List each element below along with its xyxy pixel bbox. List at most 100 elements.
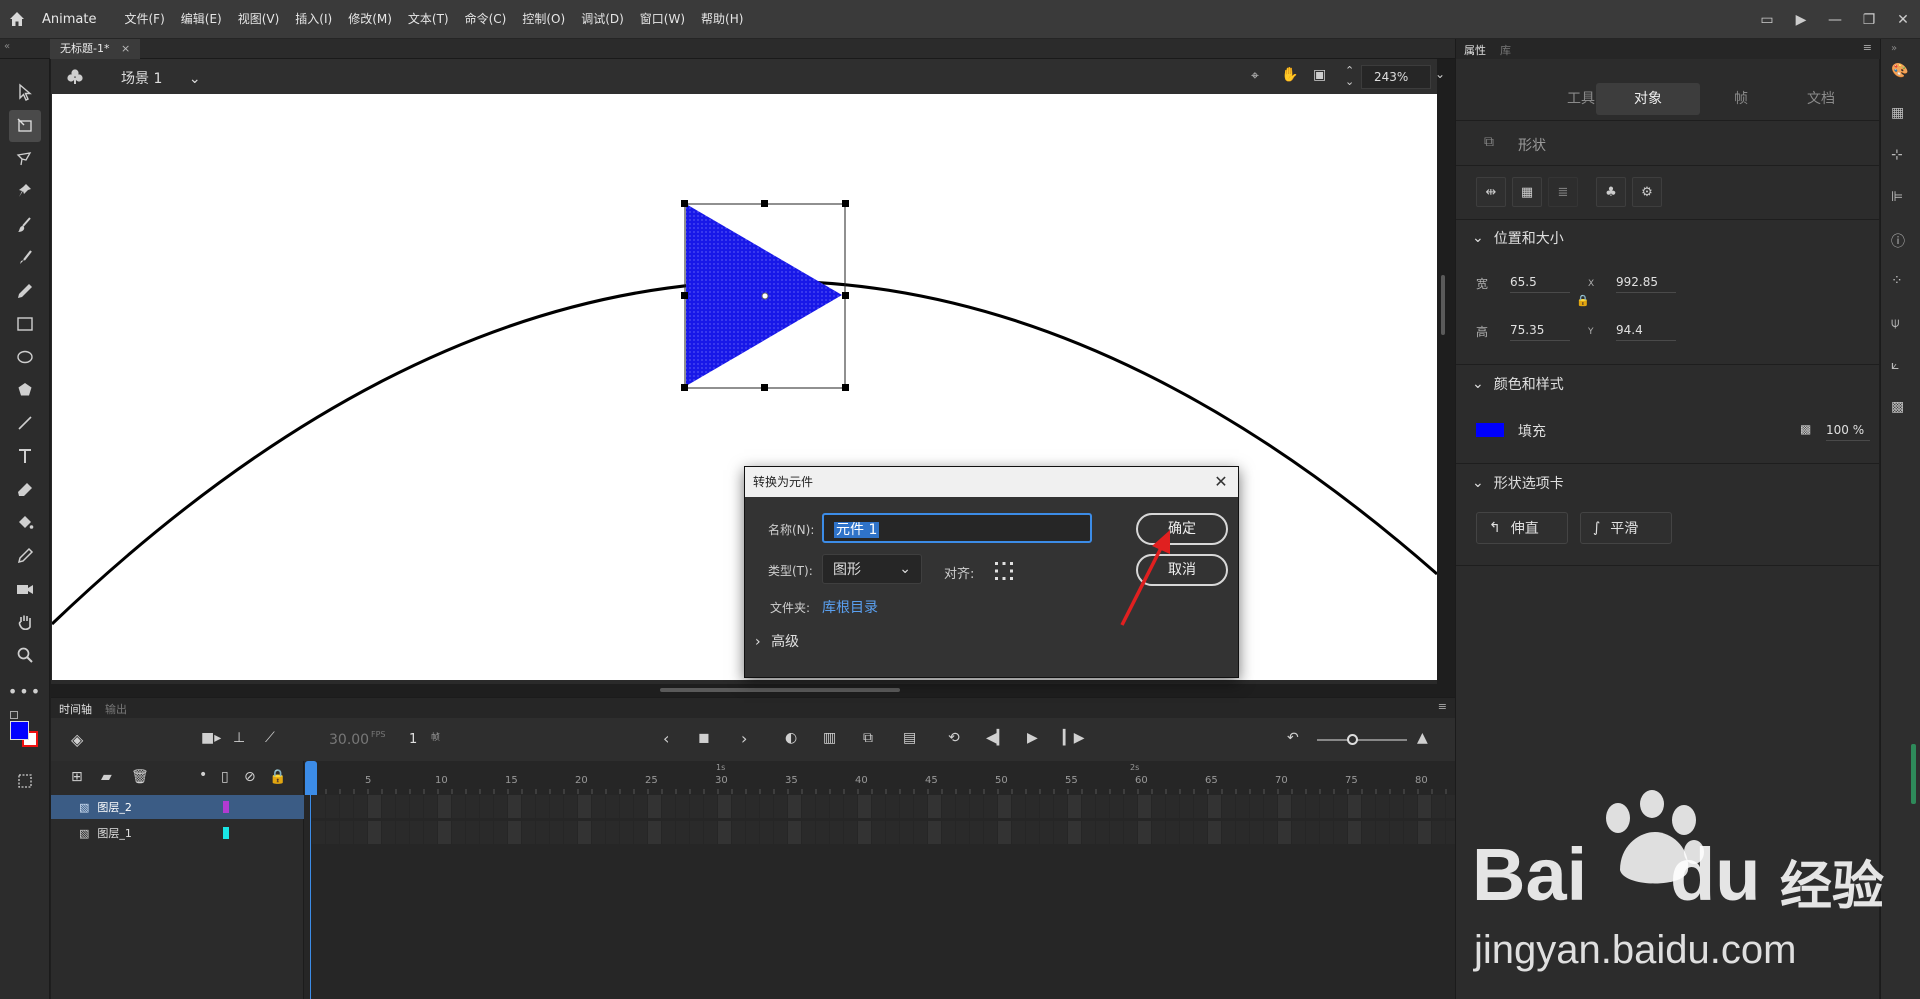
frame-cell[interactable] xyxy=(928,795,941,818)
camera-tool[interactable] xyxy=(9,573,41,605)
menu-control[interactable]: 控制(O) xyxy=(514,0,573,39)
fill-color-swatch[interactable] xyxy=(1476,423,1504,437)
frame-cell[interactable] xyxy=(690,795,703,818)
free-transform-tool[interactable] xyxy=(9,110,41,142)
frame-cell[interactable] xyxy=(396,795,409,818)
frame-cell[interactable] xyxy=(634,821,647,844)
frame-cell[interactable] xyxy=(1138,795,1151,818)
layer-color-swatch[interactable] xyxy=(223,801,229,813)
frame-cell[interactable] xyxy=(438,795,451,818)
frame-cell[interactable] xyxy=(1362,821,1375,844)
frame-cell[interactable] xyxy=(1348,821,1361,844)
frame-cell[interactable] xyxy=(1152,795,1165,818)
frame-cell[interactable] xyxy=(732,795,745,818)
frame-icon[interactable]: ▤ xyxy=(903,730,916,746)
menu-edit[interactable]: 编辑(E) xyxy=(173,0,230,39)
frame-cell[interactable] xyxy=(816,821,829,844)
frame-cell[interactable] xyxy=(1166,821,1179,844)
frame-cell[interactable] xyxy=(536,821,549,844)
menu-insert[interactable]: 插入(I) xyxy=(287,0,340,39)
frame-cell[interactable] xyxy=(858,821,871,844)
frame-cell[interactable] xyxy=(452,821,465,844)
frame-cell[interactable] xyxy=(1068,795,1081,818)
tab-object[interactable]: 对象 xyxy=(1596,83,1700,115)
frame-cell[interactable] xyxy=(1390,795,1403,818)
stage-transform-tool[interactable] xyxy=(9,765,41,797)
lock-icon[interactable]: 🔒 xyxy=(269,769,286,785)
tab-properties[interactable]: 属性 xyxy=(1464,42,1486,58)
frame-cell[interactable] xyxy=(1376,821,1389,844)
frame-cell[interactable] xyxy=(1264,821,1277,844)
frame-cell[interactable] xyxy=(718,821,731,844)
horizontal-scrollbar[interactable] xyxy=(660,688,900,692)
symbol-settings-button[interactable]: ⚙ xyxy=(1632,177,1662,207)
home-button[interactable] xyxy=(0,0,34,39)
frame-cell[interactable] xyxy=(396,821,409,844)
panel-menu-icon[interactable]: ≡ xyxy=(1863,41,1872,54)
frame-cell[interactable] xyxy=(340,821,353,844)
frame-cell[interactable] xyxy=(1068,821,1081,844)
fill-alpha-field[interactable]: 100 % xyxy=(1826,423,1870,441)
frame-cell[interactable] xyxy=(1404,821,1417,844)
frame-cell[interactable] xyxy=(942,821,955,844)
frame-cell[interactable] xyxy=(1264,795,1277,818)
close-tab-icon[interactable]: × xyxy=(121,42,130,55)
convert-symbol-button[interactable]: ♣ xyxy=(1596,177,1626,207)
rectangle-tool[interactable] xyxy=(9,308,41,340)
menu-text[interactable]: 文本(T) xyxy=(400,0,457,39)
frame-cell[interactable] xyxy=(774,821,787,844)
frame-cell[interactable] xyxy=(578,821,591,844)
text-tool[interactable] xyxy=(9,440,41,472)
frame-cell[interactable] xyxy=(480,795,493,818)
frame-cell[interactable] xyxy=(312,795,325,818)
frame-cell[interactable] xyxy=(1418,795,1431,818)
frame-cell[interactable] xyxy=(732,821,745,844)
frame-cell[interactable] xyxy=(1138,821,1151,844)
frame-cell[interactable] xyxy=(1096,795,1109,818)
frame-cell[interactable] xyxy=(1012,795,1025,818)
section-shape-options[interactable]: ⌄ 形状选项卡 xyxy=(1472,473,1564,493)
frame-cell[interactable] xyxy=(1110,795,1123,818)
frame-cell[interactable] xyxy=(508,821,521,844)
add-layer-icon[interactable]: ⊞ xyxy=(71,769,83,785)
frame-cell[interactable] xyxy=(886,821,899,844)
vertical-scrollbar[interactable] xyxy=(1441,275,1445,335)
frame-cell[interactable] xyxy=(900,795,913,818)
pencil-tool[interactable] xyxy=(9,275,41,307)
frame-cell[interactable] xyxy=(1306,821,1319,844)
components-panel-icon[interactable]: ⁘ xyxy=(1891,273,1903,289)
center-stage-icon[interactable]: ⌖ xyxy=(1251,68,1259,84)
frame-cell[interactable] xyxy=(1320,821,1333,844)
close-window-button[interactable]: ✕ xyxy=(1886,12,1920,28)
frame-cell[interactable] xyxy=(1054,795,1067,818)
line-tool[interactable] xyxy=(9,407,41,439)
frame-cell[interactable] xyxy=(592,821,605,844)
undo-zoom-icon[interactable]: ↶ xyxy=(1287,730,1299,746)
assets-panel-icon[interactable]: ⍦ xyxy=(1891,315,1899,331)
frame-picker-icon[interactable]: ▩ xyxy=(1891,399,1904,415)
frame-cell[interactable] xyxy=(592,795,605,818)
dot-icon[interactable]: • xyxy=(199,767,207,783)
frame-cell[interactable] xyxy=(508,795,521,818)
frame-cell[interactable] xyxy=(354,795,367,818)
frame-cell[interactable] xyxy=(648,795,661,818)
prev-icon[interactable]: ‹ xyxy=(663,729,669,748)
frame-cell[interactable] xyxy=(368,795,381,818)
first-frame-icon[interactable]: ◀▎ xyxy=(986,730,1008,746)
frame-cell[interactable] xyxy=(522,821,535,844)
frame-cell[interactable] xyxy=(1208,795,1221,818)
frame-cell[interactable] xyxy=(1040,795,1053,818)
frame-cell[interactable] xyxy=(494,795,507,818)
color-swatches[interactable] xyxy=(10,711,40,751)
frame-cell[interactable] xyxy=(1236,821,1249,844)
menu-commands[interactable]: 命令(C) xyxy=(457,0,515,39)
frame-cell[interactable] xyxy=(564,795,577,818)
menu-window[interactable]: 窗口(W) xyxy=(632,0,693,39)
polystar-tool[interactable] xyxy=(9,374,41,406)
loop-icon[interactable]: ⟲ xyxy=(948,730,960,746)
edit-multiple-icon[interactable]: ▥ xyxy=(823,730,836,746)
sync-icon[interactable]: ⧉ xyxy=(863,730,873,746)
minimize-button[interactable]: — xyxy=(1818,12,1852,28)
tab-document[interactable]: 文档 xyxy=(1776,83,1866,115)
frame-cell[interactable] xyxy=(1054,821,1067,844)
